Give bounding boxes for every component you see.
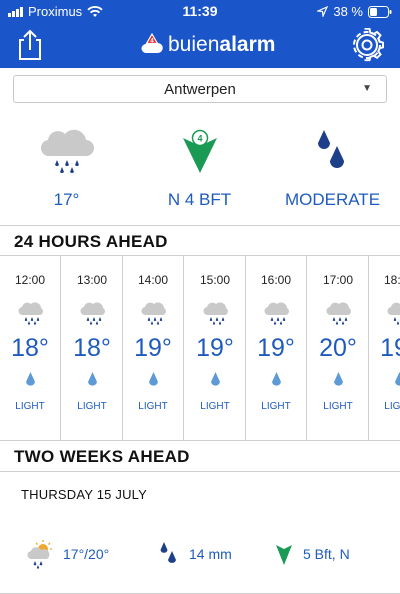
divider	[0, 440, 400, 441]
hour-temperature: 19°	[380, 334, 400, 362]
rain-cloud-icon	[203, 302, 228, 325]
hourly-section-title: 24 HOURS AHEAD	[14, 232, 168, 251]
day-wind: 5 Bft, N	[274, 536, 350, 572]
status-right: 38 %	[317, 4, 392, 19]
hour-column[interactable]: 15:00 19° LIGHT	[185, 256, 246, 440]
hour-column[interactable]: 14:00 19° LIGHT	[123, 256, 184, 440]
rain-cloud-icon	[80, 302, 105, 325]
app-header: 4 buienalarm	[0, 22, 400, 68]
raindrop-icon	[149, 372, 158, 386]
raindrop-icon	[26, 372, 35, 386]
hour-rain-intensity: LIGHT	[200, 401, 230, 412]
hour-time: 12:00	[14, 273, 46, 287]
hour-time: 18:00	[383, 273, 400, 287]
daily-section-title: TWO WEEKS AHEAD	[14, 447, 190, 466]
brand-name: buienalarm	[168, 33, 276, 56]
logo-cloud-icon: 4	[141, 33, 163, 53]
hour-time: 14:00	[137, 273, 169, 287]
hour-column[interactable]: 16:00 19° LIGHT	[246, 256, 307, 440]
hourly-forecast-strip[interactable]: 12:00 18° LIGHT 13:00 18° LIGHT 14:00 19° LIGHT 1…	[0, 256, 400, 440]
current-conditions: 17° 4 N 4 BFT MODERATE	[0, 118, 400, 224]
raindrop-icon	[272, 372, 281, 386]
current-rain-panel: MODERATE	[266, 118, 399, 224]
current-rain-intensity: MODERATE	[284, 190, 381, 209]
rain-cloud-icon	[141, 302, 166, 325]
battery-icon	[368, 5, 392, 18]
divider	[0, 225, 400, 226]
current-temperature-panel: 17°	[0, 118, 133, 224]
hour-temperature: 20°	[319, 334, 357, 362]
day-rain-value: 14 mm	[189, 546, 232, 562]
hour-time: 13:00	[76, 273, 108, 287]
share-icon	[19, 29, 41, 60]
hour-rain-intensity: LIGHT	[138, 401, 168, 412]
hour-column[interactable]: 12:00 18° LIGHT	[0, 256, 61, 440]
day-temperature-value: 17°/20°	[63, 546, 110, 562]
divider	[0, 471, 400, 472]
day-title[interactable]: THURSDAY 15 JULY	[21, 487, 147, 502]
hour-rain-intensity: LIGHT	[384, 401, 400, 412]
brand-logo: 4 buienalarm	[140, 30, 275, 60]
rain-cloud-icon	[264, 302, 289, 325]
hour-temperature: 18°	[11, 334, 49, 362]
rain-cloud-icon	[326, 302, 351, 325]
rain-cloud-icon	[387, 302, 400, 325]
current-temperature: 17°	[53, 190, 80, 209]
hour-column[interactable]: 13:00 18° LIGHT	[62, 256, 123, 440]
status-bar: Proximus 11:39 38 %	[0, 0, 400, 22]
gear-icon	[353, 27, 384, 62]
current-wind: N 4 BFT	[167, 190, 232, 209]
svg-text:4: 4	[197, 134, 202, 144]
location-select[interactable]: Antwerpen ▼	[13, 75, 387, 103]
hour-temperature: 18°	[73, 334, 111, 362]
day-rain: 14 mm	[158, 536, 232, 572]
location-arrow-icon	[317, 6, 329, 17]
share-button[interactable]	[14, 28, 46, 62]
rain-cloud-icon	[40, 129, 94, 174]
hour-time: 17:00	[322, 273, 354, 287]
hour-temperature: 19°	[196, 334, 234, 362]
raindrops-icon	[160, 542, 176, 563]
day-wind-value: 5 Bft, N	[303, 546, 350, 562]
hour-temperature: 19°	[134, 334, 172, 362]
raindrop-icon	[334, 372, 343, 386]
hour-rain-intensity: LIGHT	[323, 401, 353, 412]
raindrops-icon	[317, 130, 344, 168]
battery-percent: 38 %	[333, 4, 363, 19]
rain-cloud-icon	[18, 302, 43, 325]
hour-rain-intensity: LIGHT	[261, 401, 291, 412]
hour-rain-intensity: LIGHT	[15, 401, 45, 412]
top-bar: Proximus 11:39 38 % 4 buienalarm	[0, 0, 400, 68]
raindrop-icon	[395, 372, 400, 386]
wind-arrow-icon: 4	[182, 129, 217, 173]
hour-time: 16:00	[260, 273, 292, 287]
raindrop-icon	[88, 372, 97, 386]
hour-column[interactable]: 18:00 19° LIGHT	[369, 256, 400, 440]
day-temperature: 17°/20°	[26, 536, 109, 572]
chevron-down-icon: ▼	[362, 83, 372, 94]
day-forecast-row[interactable]: 17°/20° 14 mm 5 Bft, N	[0, 536, 400, 572]
hour-time: 15:00	[199, 273, 231, 287]
hour-rain-intensity: LIGHT	[77, 401, 107, 412]
wind-arrow-icon	[276, 545, 292, 565]
current-wind-panel: 4 N 4 BFT	[133, 118, 266, 224]
hour-column[interactable]: 17:00 20° LIGHT	[308, 256, 369, 440]
raindrop-icon	[211, 372, 220, 386]
hour-temperature: 19°	[257, 334, 295, 362]
settings-button[interactable]	[350, 27, 384, 62]
app-screen: Proximus 11:39 38 % 4 buienalarm Antwerp…	[0, 0, 400, 594]
location-value: Antwerpen	[164, 81, 236, 98]
sun-cloud-rain-icon	[27, 540, 52, 569]
